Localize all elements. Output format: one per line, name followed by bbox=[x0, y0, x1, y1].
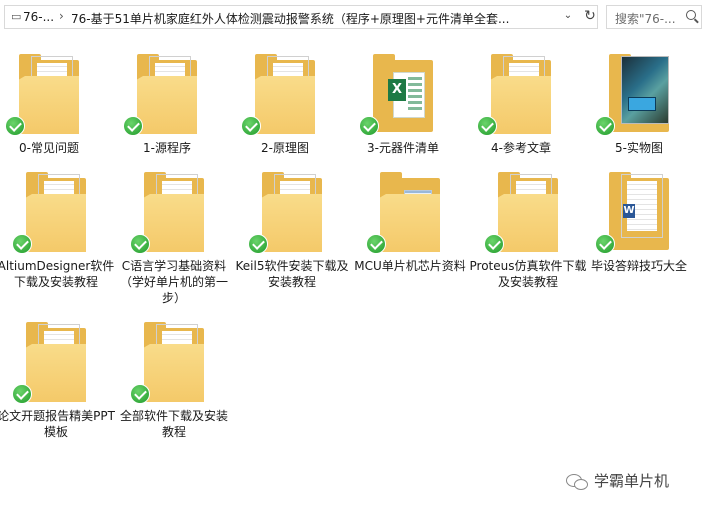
sync-check-icon bbox=[5, 116, 25, 136]
breadcrumb-parent[interactable]: 76-... bbox=[23, 10, 54, 24]
folder-item[interactable]: AltiumDesigner软件下载及安装教程 bbox=[0, 170, 115, 290]
folder-item[interactable]: 4-参考文章 bbox=[462, 52, 580, 156]
folder-icon bbox=[12, 320, 88, 404]
folder-item[interactable]: 全部软件下载及安装教程 bbox=[115, 320, 233, 440]
sync-check-icon bbox=[123, 116, 143, 136]
folder-label: 2-原理图 bbox=[261, 141, 309, 155]
folder-item[interactable]: W 毕设答辩技巧大全 bbox=[580, 170, 698, 274]
folder-label: 4-参考文章 bbox=[491, 141, 551, 155]
folder-label: Keil5软件安装下载及安装教程 bbox=[235, 259, 349, 289]
folder-icon bbox=[366, 170, 442, 254]
watermark-text: 学霸单片机 bbox=[594, 472, 670, 490]
folder-label: 0-常见问题 bbox=[19, 141, 79, 155]
address-bar-row: ▭ 76-... › 76-基于51单片机家庭红外人体检测震动报警系统（程序+原… bbox=[0, 0, 706, 36]
sync-check-icon bbox=[241, 116, 261, 136]
folder-item[interactable]: 论文开题报告精美PPT模板 bbox=[0, 320, 115, 440]
sync-check-icon bbox=[130, 234, 150, 254]
folder-label: 3-元器件清单 bbox=[367, 141, 439, 155]
folder-label: 全部软件下载及安装教程 bbox=[119, 409, 228, 439]
folder-item[interactable]: X 3-元器件清单 bbox=[344, 52, 462, 156]
folder-label: Proteus仿真软件下载及安装教程 bbox=[469, 259, 587, 289]
folder-item[interactable]: C语言学习基础资料（学好单片机的第一步） bbox=[115, 170, 233, 306]
folder-label: AltiumDesigner软件下载及安装教程 bbox=[0, 259, 115, 289]
sync-check-icon bbox=[484, 234, 504, 254]
photo-thumbnail-icon bbox=[621, 56, 669, 124]
folder-icon bbox=[123, 52, 199, 136]
folder-item[interactable]: MCU单片机芯片资料 bbox=[351, 170, 469, 274]
excel-icon: X bbox=[388, 72, 425, 118]
folder-item[interactable]: Keil5软件安装下载及安装教程 bbox=[233, 170, 351, 290]
folder-label: 5-实物图 bbox=[615, 141, 663, 155]
folder-icon: ▭ bbox=[11, 10, 22, 23]
folder-icon bbox=[130, 320, 206, 404]
folder-icon bbox=[477, 52, 553, 136]
folder-icon bbox=[241, 52, 317, 136]
sync-check-icon bbox=[595, 116, 615, 136]
sync-check-icon bbox=[477, 116, 497, 136]
address-bar[interactable]: ▭ 76-... › 76-基于51单片机家庭红外人体检测震动报警系统（程序+原… bbox=[4, 5, 598, 29]
folder-icon bbox=[484, 170, 560, 254]
folder-icon bbox=[130, 170, 206, 254]
folder-icon: W bbox=[595, 170, 671, 254]
search-icon[interactable] bbox=[686, 10, 696, 20]
folder-item[interactable]: 0-常见问题 bbox=[0, 52, 108, 156]
folder-label: 论文开题报告精美PPT模板 bbox=[0, 409, 115, 439]
folder-label: C语言学习基础资料（学好单片机的第一步） bbox=[119, 259, 228, 305]
folder-item[interactable]: Proteus仿真软件下载及安装教程 bbox=[469, 170, 587, 290]
sync-check-icon bbox=[595, 234, 615, 254]
sync-check-icon bbox=[359, 116, 379, 136]
folder-icon bbox=[5, 52, 81, 136]
sync-check-icon bbox=[12, 234, 32, 254]
watermark: 学霸单片机 bbox=[566, 470, 669, 491]
search-placeholder: 搜索"76-... bbox=[615, 12, 676, 26]
breadcrumb-current[interactable]: 76-基于51单片机家庭红外人体检测震动报警系统（程序+原理图+元件清单全套..… bbox=[71, 10, 509, 27]
sync-check-icon bbox=[248, 234, 268, 254]
folder-icon bbox=[595, 52, 671, 136]
folder-item[interactable]: 5-实物图 bbox=[580, 52, 698, 156]
chevron-down-icon[interactable]: ⌄ bbox=[559, 10, 577, 26]
sync-check-icon bbox=[130, 384, 150, 404]
sync-check-icon bbox=[12, 384, 32, 404]
refresh-icon[interactable]: ↻ bbox=[581, 8, 599, 26]
folder-item[interactable]: 1-源程序 bbox=[108, 52, 226, 156]
folder-icon bbox=[12, 170, 88, 254]
folder-icon: X bbox=[359, 52, 435, 136]
wechat-icon bbox=[566, 473, 588, 490]
folder-icon bbox=[248, 170, 324, 254]
folder-label: 1-源程序 bbox=[143, 141, 191, 155]
search-input[interactable]: 搜索"76-... bbox=[606, 5, 702, 29]
folder-item[interactable]: 2-原理图 bbox=[226, 52, 344, 156]
folder-label: MCU单片机芯片资料 bbox=[354, 259, 466, 273]
folder-label: 毕设答辩技巧大全 bbox=[590, 259, 687, 273]
breadcrumb-separator-icon[interactable]: › bbox=[59, 9, 64, 23]
sync-check-icon bbox=[366, 234, 386, 254]
word-icon: W bbox=[623, 204, 635, 218]
